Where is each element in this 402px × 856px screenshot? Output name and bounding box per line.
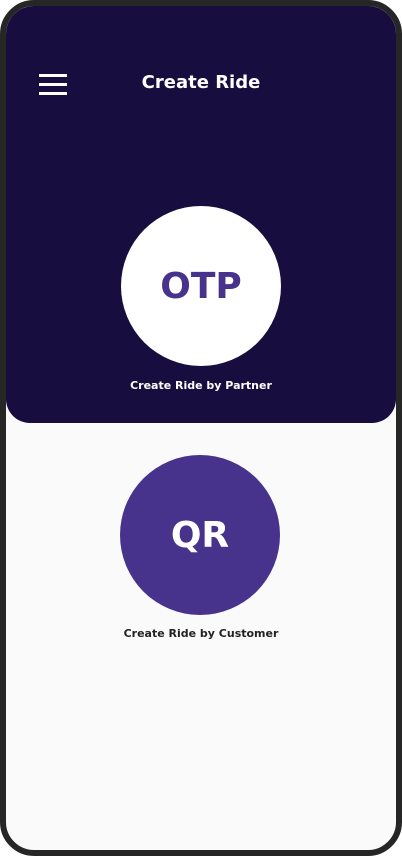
qr-caption: Create Ride by Customer: [123, 627, 279, 640]
qr-button[interactable]: QR: [120, 455, 280, 615]
otp-button[interactable]: OTP: [121, 206, 281, 366]
page-title: Create Ride: [141, 72, 261, 93]
phone-frame: Create Ride OTP Create Ride by Partner Q…: [0, 0, 402, 856]
header: Create Ride OTP Create Ride by Partner: [6, 6, 396, 423]
otp-caption: Create Ride by Partner: [130, 379, 272, 392]
